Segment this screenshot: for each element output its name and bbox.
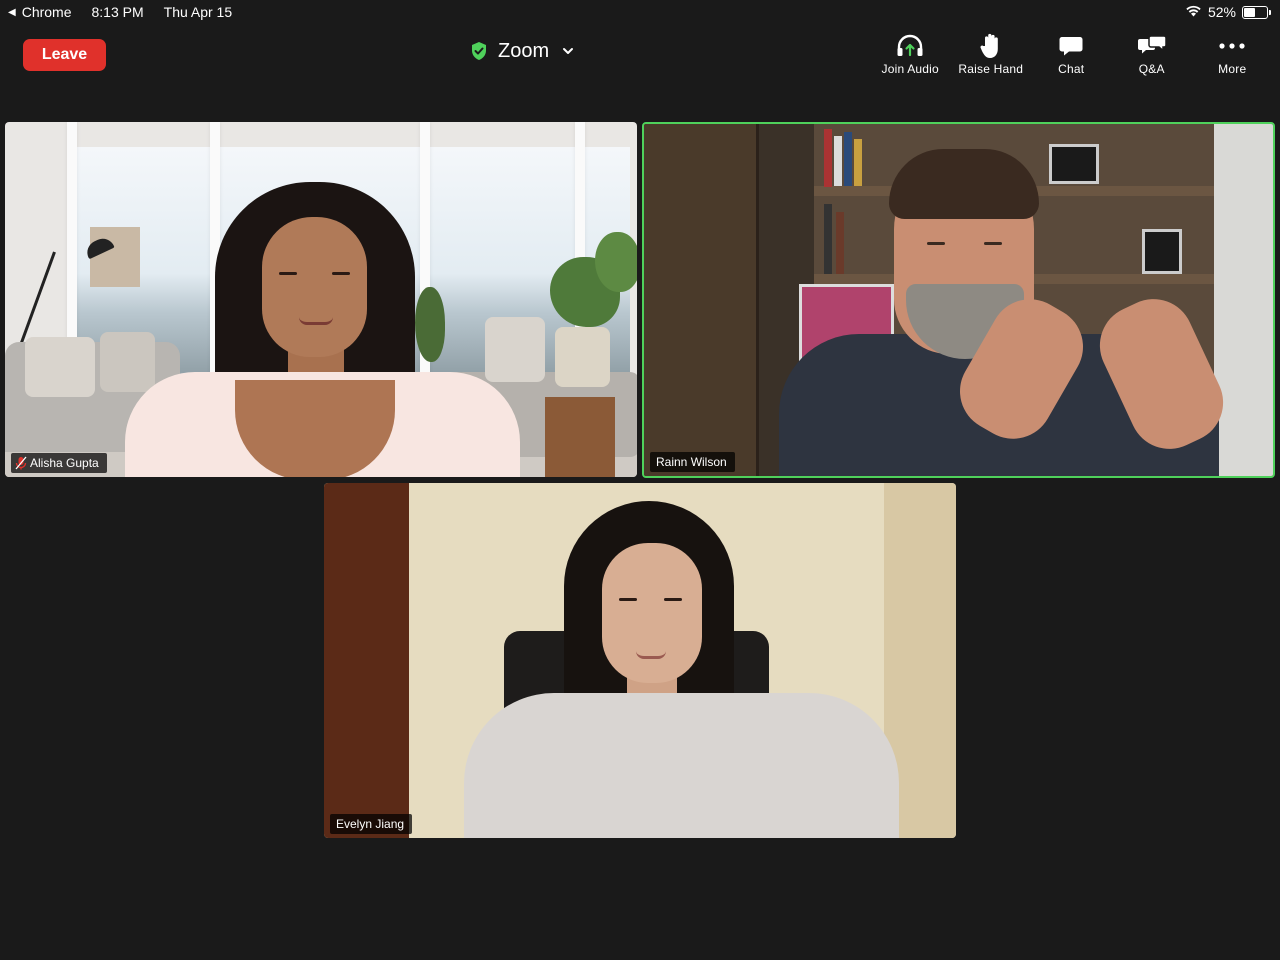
participant-eye — [279, 272, 297, 275]
raise-hand-button[interactable]: Raise Hand — [951, 32, 1032, 80]
back-arrow-icon[interactable]: ◀ — [8, 7, 16, 18]
participant-eye — [984, 242, 1002, 245]
back-app-label[interactable]: Chrome — [22, 4, 72, 20]
picture-frame — [1049, 144, 1099, 184]
more-dots-icon — [1218, 32, 1246, 60]
book — [834, 136, 842, 186]
participant-name-tag: Rainn Wilson — [650, 452, 735, 472]
status-bar-left: ◀ Chrome 8:13 PM Thu Apr 15 — [8, 4, 232, 20]
battery-percent: 52% — [1207, 4, 1236, 20]
status-time: 8:13 PM — [91, 4, 144, 20]
book — [854, 139, 862, 186]
wall — [1214, 124, 1273, 476]
plant — [415, 287, 445, 362]
participant-name: Alisha Gupta — [30, 456, 99, 470]
wooden-door — [644, 124, 759, 476]
side-table — [545, 397, 615, 477]
pillow — [555, 327, 610, 387]
more-label: More — [1218, 62, 1247, 76]
hand-icon — [978, 32, 1004, 60]
video-tile-rainn-wilson[interactable]: Rainn Wilson — [642, 122, 1275, 478]
more-button[interactable]: More — [1192, 32, 1273, 80]
plant — [595, 232, 637, 292]
battery-icon — [1242, 5, 1271, 19]
participant-eye — [664, 598, 682, 601]
meeting-title-dropdown[interactable]: Zoom — [470, 38, 575, 64]
chat-bubble-icon — [1058, 32, 1084, 60]
book — [844, 132, 852, 186]
muted-mic-icon — [15, 456, 27, 470]
qa-button[interactable]: Q&A — [1112, 32, 1193, 80]
participant-name: Evelyn Jiang — [336, 817, 405, 831]
wooden-door — [324, 483, 409, 838]
wifi-icon — [1185, 4, 1202, 20]
participant-hair — [889, 149, 1039, 219]
book — [824, 129, 832, 187]
participant-face — [602, 543, 702, 683]
participant-chest — [235, 380, 395, 477]
participant-face — [262, 217, 367, 357]
participant-name-tag: Evelyn Jiang — [330, 814, 413, 834]
raise-hand-label: Raise Hand — [958, 62, 1024, 76]
background-building — [90, 227, 140, 287]
qa-label: Q&A — [1138, 62, 1165, 76]
chat-label: Chat — [1058, 62, 1085, 76]
participant-eye — [619, 598, 637, 601]
meeting-toolbar: Join Audio Raise Hand Chat Q&A More — [870, 32, 1273, 80]
qa-bubbles-icon — [1137, 32, 1167, 60]
headphones-arrow-icon — [895, 32, 925, 60]
shield-check-icon — [470, 41, 488, 61]
status-bar-right: 52% — [1185, 4, 1271, 20]
join-audio-button[interactable]: Join Audio — [870, 32, 951, 80]
participant-eye — [927, 242, 945, 245]
participant-name: Rainn Wilson — [656, 455, 727, 469]
pillow — [485, 317, 545, 382]
battery-fill — [1244, 7, 1256, 17]
join-audio-label: Join Audio — [881, 62, 939, 76]
book — [824, 204, 832, 274]
participant-sweater — [464, 693, 899, 838]
chat-button[interactable]: Chat — [1031, 32, 1112, 80]
meeting-title: Zoom — [498, 39, 550, 62]
chevron-down-icon — [561, 44, 575, 58]
participant-eye — [332, 272, 350, 275]
book — [836, 212, 844, 274]
ios-status-bar: ◀ Chrome 8:13 PM Thu Apr 15 52% — [0, 0, 1280, 24]
video-tile-evelyn-jiang[interactable]: Evelyn Jiang — [324, 483, 956, 838]
leave-button[interactable]: Leave — [23, 39, 106, 71]
pillow — [100, 332, 155, 392]
status-date: Thu Apr 15 — [163, 4, 233, 20]
participant-mouth — [299, 317, 333, 325]
pillow — [25, 337, 95, 397]
video-tile-alisha-gupta[interactable]: Alisha Gupta — [5, 122, 637, 477]
picture-frame — [1142, 229, 1182, 274]
participant-mouth — [636, 651, 666, 659]
participant-name-tag: Alisha Gupta — [11, 453, 107, 473]
